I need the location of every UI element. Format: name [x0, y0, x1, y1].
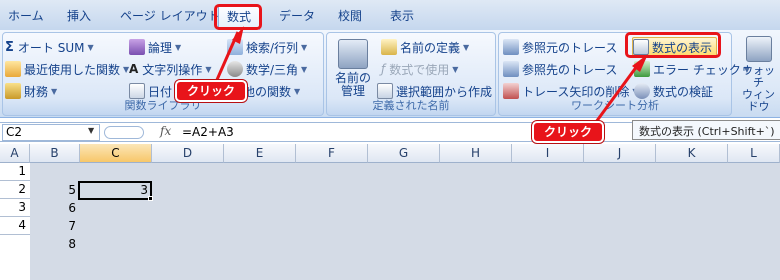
highlight-tab-formulas — [214, 4, 262, 30]
math-trig-button[interactable]: 数学/三角 ▼ — [227, 59, 307, 79]
group-label-formula-auditing: ワークシート分析 — [571, 99, 659, 112]
chevron-down-icon: ▼ — [301, 64, 308, 74]
chevron-down-icon: ▼ — [301, 42, 308, 52]
tab-data[interactable]: データ — [279, 7, 315, 24]
column-header-l[interactable]: L — [728, 144, 780, 163]
watch-window-button[interactable]: ウォッチ ウィンドウ — [737, 36, 780, 113]
tab-view[interactable]: 表示 — [390, 7, 414, 24]
group-function-library: Σ オート SUM ▼ 最近使用した関数 ▼ 財務 ▼ 論理 ▼ A 文字列操作 ▼ — [2, 32, 324, 116]
callout-click-button: クリック — [532, 121, 604, 143]
chevron-down-icon: ▼ — [51, 86, 58, 96]
row-header-1[interactable]: 1 — [0, 163, 30, 181]
define-name-button[interactable]: 名前の定義 ▼ — [381, 37, 469, 57]
column-header-h[interactable]: H — [440, 144, 512, 163]
logical-icon — [129, 39, 145, 55]
tab-review[interactable]: 校閲 — [338, 7, 362, 24]
tab-home[interactable]: ホーム — [8, 7, 44, 24]
active-cell-selection[interactable] — [78, 181, 152, 200]
theta-icon — [227, 61, 243, 77]
row-header-4[interactable]: 4 — [0, 217, 30, 235]
watch-window-icon — [745, 36, 772, 62]
column-header-f[interactable]: F — [296, 144, 368, 163]
row-header-2[interactable]: 2 — [0, 181, 30, 199]
highlight-show-formulas — [625, 32, 721, 58]
column-header-k[interactable]: K — [656, 144, 728, 163]
name-manager-button[interactable]: 名前の 管理 — [331, 39, 375, 98]
trace-dependents-icon — [503, 61, 519, 77]
trace-precedents-button[interactable]: 参照元のトレース — [503, 37, 617, 57]
column-header-b[interactable]: B — [30, 144, 80, 163]
cell-b3[interactable]: 7 — [30, 217, 80, 235]
autosum-button[interactable]: Σ オート SUM ▼ — [5, 37, 94, 57]
group-label-defined-names: 定義された名前 — [372, 99, 450, 112]
column-header-e[interactable]: E — [224, 144, 296, 163]
column-header-a[interactable]: A — [0, 144, 30, 163]
tab-page-layout[interactable]: ページ レイアウト — [120, 7, 220, 24]
column-header-d[interactable]: D — [152, 144, 224, 163]
column-header-i[interactable]: I — [512, 144, 584, 163]
recently-used-button[interactable]: 最近使用した関数 ▼ — [5, 59, 129, 79]
column-header-j[interactable]: J — [584, 144, 656, 163]
row-header-3[interactable]: 3 — [0, 199, 30, 217]
chevron-down-icon: ▼ — [87, 42, 94, 52]
formula-input[interactable]: =A2+A3 — [182, 125, 234, 139]
chevron-down-icon: ▼ — [452, 64, 459, 74]
column-header-c[interactable]: C — [80, 144, 152, 163]
cell-b4[interactable]: 8 — [30, 235, 80, 253]
lookup-reference-button[interactable]: 検索/行列 ▼ — [227, 37, 307, 57]
trace-dependents-button[interactable]: 参照先のトレース — [503, 59, 617, 79]
formula-bar-handle[interactable] — [104, 126, 144, 139]
cell-b2[interactable]: 6 — [30, 199, 80, 217]
tooltip-show-formulas: 数式の表示 (Ctrl+Shift+`) — [632, 120, 780, 140]
ribbon-tab-bar: ホーム 挿入 ページ レイアウト 数式 データ 校閲 表示 — [0, 0, 780, 30]
chevron-down-icon: ▼ — [205, 64, 212, 74]
error-check-icon — [634, 61, 650, 77]
chevron-down-icon: ▼ — [463, 42, 470, 52]
star-book-icon — [5, 61, 21, 77]
fill-handle[interactable] — [148, 196, 153, 201]
group-label-function-library: 関数ライブラリ — [124, 99, 202, 112]
tab-insert[interactable]: 挿入 — [67, 7, 91, 24]
group-defined-names: 名前の 管理 名前の定義 ▼ ƒ 数式で使用 ▼ 選択範囲から作成 定義された名前 — [326, 32, 496, 116]
cell-b1[interactable]: 5 — [30, 181, 80, 199]
text-a-icon: A — [129, 62, 139, 76]
fx-icon[interactable]: fx — [160, 124, 171, 138]
text-functions-button[interactable]: A 文字列操作 ▼ — [129, 59, 211, 79]
name-manager-icon — [338, 39, 368, 69]
fx-icon: ƒ — [381, 62, 386, 76]
excel-window: ホーム 挿入 ページ レイアウト 数式 データ 校閲 表示 Σ オート SUM ▼… — [0, 0, 780, 280]
column-header-g[interactable]: G — [368, 144, 440, 163]
magnifier-icon — [227, 39, 243, 55]
sigma-icon: Σ — [5, 39, 14, 55]
ribbon: Σ オート SUM ▼ 最近使用した関数 ▼ 財務 ▼ 論理 ▼ A 文字列操作 ▼ — [0, 30, 780, 118]
error-checking-button[interactable]: エラー チェック ▼ — [634, 59, 750, 79]
logical-button[interactable]: 論理 ▼ — [129, 37, 181, 57]
chevron-down-icon: ▼ — [175, 42, 182, 52]
name-box[interactable]: C2 — [2, 124, 100, 141]
callout-click-tab: クリック — [175, 80, 247, 102]
chevron-down-icon[interactable]: ▼ — [88, 126, 94, 135]
use-in-formula-button[interactable]: ƒ 数式で使用 ▼ — [381, 59, 458, 79]
tag-icon — [381, 39, 397, 55]
trace-precedents-icon — [503, 39, 519, 55]
chevron-down-icon: ▼ — [294, 86, 301, 96]
